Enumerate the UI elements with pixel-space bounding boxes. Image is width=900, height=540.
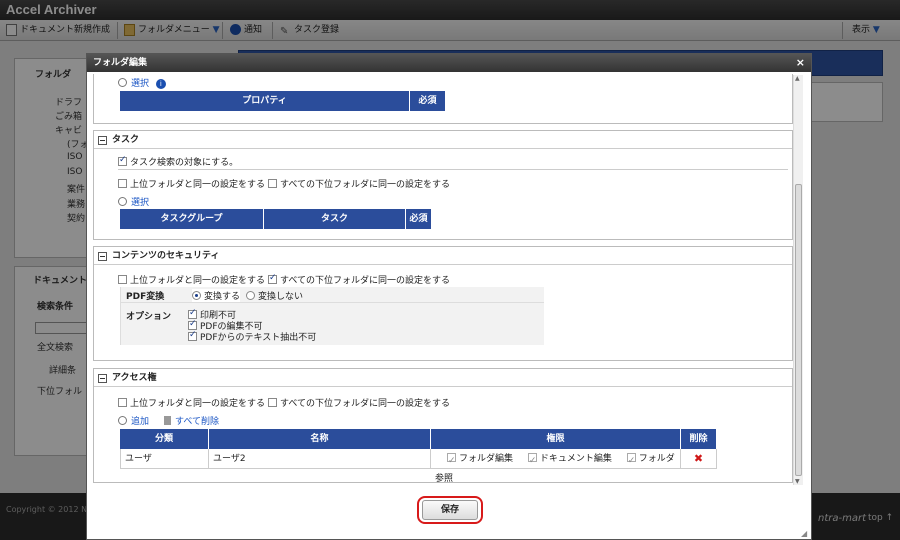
scroll-up-icon[interactable]: ▲ xyxy=(795,75,800,82)
security-section-header[interactable]: コンテンツのセキュリティ xyxy=(94,247,792,265)
task-section-header[interactable]: タスク xyxy=(94,131,792,149)
security-same-parent-label: 上位フォルダと同一の設定をする xyxy=(130,276,266,286)
checkbox-icon xyxy=(118,179,127,188)
perm-label: フォルダ編集 xyxy=(459,454,514,464)
type-header: 分類 xyxy=(120,429,209,449)
security-apply-children-checkbox[interactable]: すべての下位フォルダに同一の設定をする xyxy=(268,273,450,286)
search-icon xyxy=(118,197,127,206)
trash-icon xyxy=(164,416,171,425)
delete-icon[interactable]: ✖ xyxy=(681,449,717,469)
collapse-icon[interactable] xyxy=(98,136,107,145)
checkbox-icon xyxy=(188,308,197,319)
checkbox-icon xyxy=(268,273,277,284)
pdf-yes-label: 変換する xyxy=(204,292,241,302)
checkbox-icon xyxy=(118,275,127,284)
security-section-title: コンテンツのセキュリティ xyxy=(112,251,220,261)
task-group-header: タスクグループ xyxy=(120,209,264,229)
task-section: タスク タスク検索の対象にする。 上位フォルダと同一の設定をする すべての下位フ… xyxy=(93,130,793,240)
property-select-link[interactable]: 選択 i xyxy=(118,76,166,89)
access-section: アクセス権 上位フォルダと同一の設定をする すべての下位フォルダに同一の設定をす… xyxy=(93,368,793,484)
scrollbar-thumb[interactable] xyxy=(795,184,802,476)
info-icon: i xyxy=(155,79,166,89)
perm-label: ドキュメント編集 xyxy=(539,454,612,464)
access-section-header[interactable]: アクセス権 xyxy=(94,369,792,387)
checkbox-icon xyxy=(118,398,127,407)
collapse-icon[interactable] xyxy=(98,252,107,261)
scroll-down-icon[interactable]: ▼ xyxy=(795,478,800,485)
task-same-parent-checkbox[interactable]: 上位フォルダと同一の設定をする xyxy=(118,177,265,190)
pdf-convert-radio-no[interactable]: 変換しない xyxy=(246,289,303,302)
delete-header: 削除 xyxy=(681,429,717,449)
task-apply-children-checkbox[interactable]: すべての下位フォルダに同一の設定をする xyxy=(268,177,450,190)
task-select-label: 選択 xyxy=(131,198,150,208)
checkbox-icon xyxy=(118,155,127,166)
task-same-parent-label: 上位フォルダと同一の設定をする xyxy=(130,180,266,190)
checkbox-icon xyxy=(268,398,277,407)
required-header: 必須 xyxy=(410,91,446,111)
perm-folder-edit-checkbox[interactable]: フォルダ編集 xyxy=(447,451,514,471)
perm-doc-edit-checkbox[interactable]: ドキュメント編集 xyxy=(527,451,612,471)
checkbox-icon xyxy=(626,451,636,471)
pdf-convert-label: PDF変換 xyxy=(126,292,165,302)
option-label: PDFからのテキスト抽出不可 xyxy=(200,333,317,343)
option-no-extract-checkbox[interactable]: PDFからのテキスト抽出不可 xyxy=(188,330,316,343)
checkbox-icon xyxy=(188,319,197,330)
checkbox-icon xyxy=(268,179,277,188)
checkbox-icon xyxy=(527,451,537,471)
name-header: 名称 xyxy=(209,429,431,449)
save-button[interactable]: 保存 xyxy=(422,500,478,520)
row-permissions: フォルダ編集 ドキュメント編集 フォルダ参照 xyxy=(431,449,681,484)
task-apply-children-label: すべての下位フォルダに同一の設定をする xyxy=(280,180,451,190)
access-section-title: アクセス権 xyxy=(112,373,157,383)
task-section-title: タスク xyxy=(112,135,140,145)
task-required-header: 必須 xyxy=(406,209,432,229)
search-icon xyxy=(118,416,127,425)
access-apply-children-checkbox[interactable]: すべての下位フォルダに同一の設定をする xyxy=(268,396,450,409)
permission-header: 権限 xyxy=(431,429,681,449)
radio-icon xyxy=(192,291,201,300)
access-same-parent-label: 上位フォルダと同一の設定をする xyxy=(130,399,266,409)
task-select-link[interactable]: 選択 xyxy=(118,195,149,208)
property-select-label: 選択 xyxy=(131,79,150,89)
folder-edit-dialog: フォルダ編集 × 選択 i プロパティ 必須 タスク タスク検索の対象にする。 … xyxy=(86,53,812,540)
search-icon xyxy=(118,78,127,87)
dialog-scroll-area[interactable]: 選択 i プロパティ 必須 タスク タスク検索の対象にする。 上位フォルダと同一… xyxy=(93,74,803,486)
security-apply-children-label: すべての下位フォルダに同一の設定をする xyxy=(280,276,451,286)
collapse-icon[interactable] xyxy=(98,374,107,383)
close-icon[interactable]: × xyxy=(796,56,805,70)
task-header: タスク xyxy=(264,209,406,229)
access-add-link[interactable]: 追加 xyxy=(118,414,149,427)
options-label: オプション xyxy=(126,312,172,322)
row-type: ユーザ xyxy=(120,449,209,469)
resize-handle-icon[interactable]: ◢ xyxy=(801,529,809,538)
radio-icon xyxy=(246,291,255,300)
row-name: ユーザ2 xyxy=(209,449,431,469)
checkbox-icon xyxy=(188,330,197,341)
security-section: コンテンツのセキュリティ 上位フォルダと同一の設定をする すべての下位フォルダに… xyxy=(93,246,793,361)
pdf-convert-radio-yes[interactable]: 変換する xyxy=(192,289,241,302)
access-delete-all-link[interactable]: すべて削除 xyxy=(164,414,219,427)
dialog-title: フォルダ編集 xyxy=(87,54,811,72)
access-delete-all-label: すべて削除 xyxy=(175,417,220,427)
access-apply-children-label: すべての下位フォルダに同一の設定をする xyxy=(280,399,451,409)
security-same-parent-checkbox[interactable]: 上位フォルダと同一の設定をする xyxy=(118,273,265,286)
pdf-no-label: 変換しない xyxy=(258,292,304,302)
access-same-parent-checkbox[interactable]: 上位フォルダと同一の設定をする xyxy=(118,396,265,409)
checkbox-icon xyxy=(447,451,456,471)
task-target-checkbox[interactable]: タスク検索の対象にする。 xyxy=(118,155,238,168)
access-add-label: 追加 xyxy=(131,417,150,427)
property-header: プロパティ xyxy=(120,91,410,111)
property-section: 選択 i プロパティ 必須 xyxy=(93,74,793,124)
task-target-label: タスク検索の対象にする。 xyxy=(130,158,239,168)
